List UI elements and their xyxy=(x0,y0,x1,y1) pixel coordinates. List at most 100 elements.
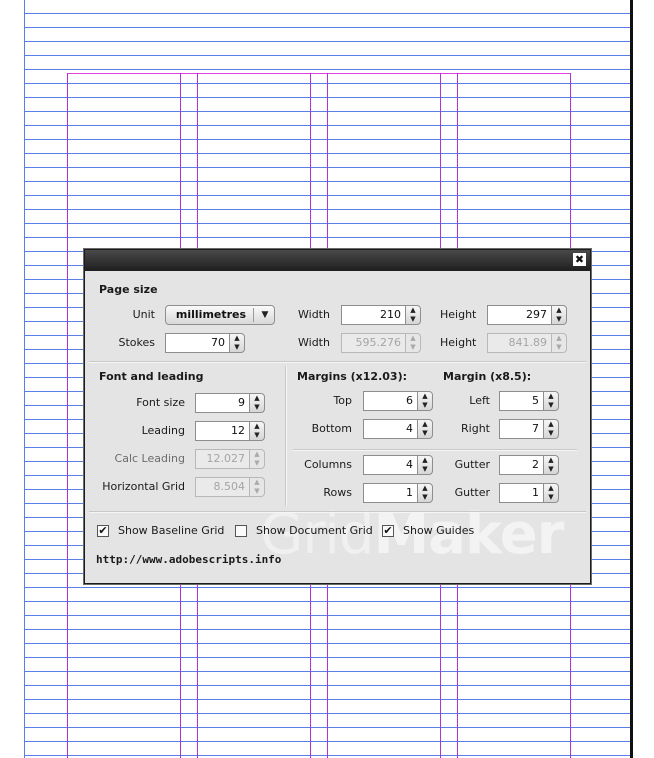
bottom-margin-stepper-arrows[interactable]: ▲ ▼ xyxy=(417,419,433,439)
show-baseline-grid-checkbox[interactable]: ✔ xyxy=(97,525,109,537)
font-size-input[interactable]: 9 xyxy=(195,393,249,413)
unit-dropdown-value: millimetres xyxy=(175,308,247,321)
horizontal-grid-stepper-arrows: ▲ ▼ xyxy=(249,477,265,497)
width-points-label: Width xyxy=(298,336,330,349)
width-stepper-arrows[interactable]: ▲ ▼ xyxy=(405,305,421,325)
arrow-up-icon[interactable]: ▲ xyxy=(418,456,432,465)
calc-leading-stepper-arrows: ▲ ▼ xyxy=(249,449,265,469)
bottom-margin-label: Bottom xyxy=(311,422,352,435)
page-size-heading: Page size xyxy=(99,283,158,296)
arrow-up-icon[interactable]: ▲ xyxy=(552,306,566,315)
bottom-margin-stepper[interactable]: 4 ▲ ▼ xyxy=(363,419,433,439)
rows-stepper[interactable]: 1 ▲ ▼ xyxy=(363,483,433,503)
arrow-up-icon[interactable]: ▲ xyxy=(544,484,558,493)
columns-label: Columns xyxy=(304,458,352,471)
arrow-down-icon: ▼ xyxy=(556,343,562,351)
horizontal-grid-input: 8.504 xyxy=(195,477,249,497)
row-gutter-input[interactable]: 1 xyxy=(499,483,543,503)
width-input[interactable]: 210 xyxy=(341,305,405,325)
font-leading-heading: Font and leading xyxy=(99,370,204,383)
show-document-grid-checkbox[interactable] xyxy=(235,525,247,537)
font-size-stepper-arrows[interactable]: ▲ ▼ xyxy=(249,393,265,413)
bottom-margin-input[interactable]: 4 xyxy=(363,419,417,439)
horizontal-grid-stepper: 8.504 ▲ ▼ xyxy=(195,477,265,497)
arrow-up-icon[interactable]: ▲ xyxy=(230,334,244,343)
rows-input[interactable]: 1 xyxy=(363,483,417,503)
arrow-up-icon[interactable]: ▲ xyxy=(418,392,432,401)
close-icon[interactable]: ✖ xyxy=(573,253,586,266)
show-guides-label[interactable]: Show Guides xyxy=(403,524,474,537)
margin-x-heading: Margin (x8.5): xyxy=(443,370,532,383)
arrow-down-icon[interactable]: ▼ xyxy=(544,465,558,474)
columns-stepper-arrows[interactable]: ▲ ▼ xyxy=(417,455,433,475)
stokes-label: Stokes xyxy=(118,336,155,349)
arrow-down-icon[interactable]: ▼ xyxy=(418,401,432,410)
height-stepper[interactable]: 297 ▲ ▼ xyxy=(487,305,567,325)
top-margin-stepper-arrows[interactable]: ▲ ▼ xyxy=(417,391,433,411)
arrow-down-icon: ▼ xyxy=(410,343,416,351)
font-size-label: Font size xyxy=(136,396,185,409)
arrow-up-icon[interactable]: ▲ xyxy=(406,306,420,315)
arrow-down-icon[interactable]: ▼ xyxy=(418,429,432,438)
arrow-down-icon[interactable]: ▼ xyxy=(552,315,566,324)
show-guides-checkbox[interactable]: ✔ xyxy=(382,525,394,537)
arrow-up-icon[interactable]: ▲ xyxy=(418,420,432,429)
row-gutter-stepper-arrows[interactable]: ▲ ▼ xyxy=(543,483,559,503)
left-margin-input[interactable]: 5 xyxy=(499,391,543,411)
column-guide xyxy=(67,73,68,758)
left-margin-stepper[interactable]: 5 ▲ ▼ xyxy=(499,391,559,411)
column-gutter-stepper-arrows[interactable]: ▲ ▼ xyxy=(543,455,559,475)
adobescripts-link[interactable]: http://www.adobescripts.info xyxy=(96,553,281,566)
stokes-stepper[interactable]: 70 ▲ ▼ xyxy=(165,333,245,353)
height-points-stepper: 841.89 ▲ ▼ xyxy=(487,333,567,353)
stokes-stepper-arrows[interactable]: ▲ ▼ xyxy=(229,333,245,353)
dialog-titlebar[interactable]: ✖ xyxy=(85,250,590,271)
arrow-down-icon[interactable]: ▼ xyxy=(544,493,558,502)
options-divider xyxy=(89,511,586,513)
margins-heading: Margins (x12.03): xyxy=(297,370,407,383)
arrow-up-icon: ▲ xyxy=(254,450,260,458)
column-gutter-input[interactable]: 2 xyxy=(499,455,543,475)
arrow-up-icon[interactable]: ▲ xyxy=(544,456,558,465)
arrow-down-icon[interactable]: ▼ xyxy=(418,465,432,474)
column-gutter-stepper[interactable]: 2 ▲ ▼ xyxy=(499,455,559,475)
arrow-down-icon[interactable]: ▼ xyxy=(230,343,244,352)
right-margin-input[interactable]: 7 xyxy=(499,419,543,439)
arrow-down-icon[interactable]: ▼ xyxy=(406,315,420,324)
arrow-up-icon[interactable]: ▲ xyxy=(250,422,264,431)
top-margin-label: Top xyxy=(333,394,352,407)
arrow-down-icon[interactable]: ▼ xyxy=(250,403,264,412)
stokes-input[interactable]: 70 xyxy=(165,333,229,353)
right-margin-stepper-arrows[interactable]: ▲ ▼ xyxy=(543,419,559,439)
width-stepper[interactable]: 210 ▲ ▼ xyxy=(341,305,421,325)
top-margin-stepper[interactable]: 6 ▲ ▼ xyxy=(363,391,433,411)
columns-input[interactable]: 4 xyxy=(363,455,417,475)
leading-label: Leading xyxy=(141,424,185,437)
top-margin-input[interactable]: 6 xyxy=(363,391,417,411)
leading-stepper-arrows[interactable]: ▲ ▼ xyxy=(249,421,265,441)
column-gutter-label: Gutter xyxy=(454,458,490,471)
font-size-stepper[interactable]: 9 ▲ ▼ xyxy=(195,393,265,413)
column-divider xyxy=(285,366,287,506)
height-input[interactable]: 297 xyxy=(487,305,551,325)
arrow-down-icon[interactable]: ▼ xyxy=(250,431,264,440)
leading-input[interactable]: 12 xyxy=(195,421,249,441)
arrow-up-icon[interactable]: ▲ xyxy=(418,484,432,493)
unit-dropdown[interactable]: millimetres ▼ xyxy=(165,305,275,325)
height-stepper-arrows[interactable]: ▲ ▼ xyxy=(551,305,567,325)
arrow-up-icon[interactable]: ▲ xyxy=(250,394,264,403)
columns-stepper[interactable]: 4 ▲ ▼ xyxy=(363,455,433,475)
rows-stepper-arrows[interactable]: ▲ ▼ xyxy=(417,483,433,503)
arrow-up-icon[interactable]: ▲ xyxy=(544,420,558,429)
arrow-down-icon[interactable]: ▼ xyxy=(418,493,432,502)
leading-stepper[interactable]: 12 ▲ ▼ xyxy=(195,421,265,441)
right-margin-stepper[interactable]: 7 ▲ ▼ xyxy=(499,419,559,439)
arrow-up-icon[interactable]: ▲ xyxy=(544,392,558,401)
row-gutter-stepper[interactable]: 1 ▲ ▼ xyxy=(499,483,559,503)
left-margin-stepper-arrows[interactable]: ▲ ▼ xyxy=(543,391,559,411)
show-document-grid-label[interactable]: Show Document Grid xyxy=(256,524,373,537)
arrow-down-icon[interactable]: ▼ xyxy=(544,401,558,410)
arrow-down-icon[interactable]: ▼ xyxy=(544,429,558,438)
width-points-input: 595.276 xyxy=(341,333,405,353)
show-baseline-grid-label[interactable]: Show Baseline Grid xyxy=(118,524,224,537)
